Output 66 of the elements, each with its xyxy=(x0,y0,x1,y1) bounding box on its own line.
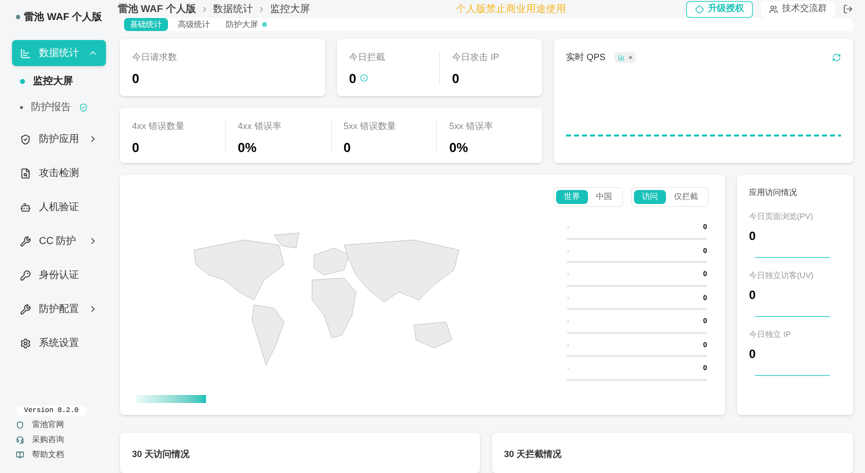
stat-label: 今日拦截 xyxy=(349,51,386,64)
breadcrumb-item[interactable]: 雷池 WAF 个人版 xyxy=(118,2,196,16)
menu-icon xyxy=(20,202,31,212)
stat-value: 0 xyxy=(749,287,757,304)
shield-icon xyxy=(16,421,24,429)
menu-icon xyxy=(20,48,31,58)
menu-icon xyxy=(20,270,31,280)
breadcrumb-item[interactable]: 数据统计 xyxy=(212,2,253,16)
headset-icon xyxy=(16,436,24,444)
stat-label: 今日请求数 xyxy=(132,51,178,64)
card-title: 30 天访问情况 xyxy=(132,449,190,459)
refresh-icon[interactable] xyxy=(832,53,841,62)
sidebar-item[interactable]: CC 防护 xyxy=(12,228,106,254)
stat-value: 0 xyxy=(132,70,140,88)
sidebar-subitem[interactable]: 防护报告 xyxy=(20,96,118,118)
toggle-option[interactable]: 中国 xyxy=(588,190,620,204)
logout-icon[interactable] xyxy=(843,4,853,14)
sidebar-item[interactable]: 系统设置 xyxy=(12,330,106,356)
card-title: 应用访问情况 xyxy=(749,187,798,199)
notice-text: 个人版禁止商业用途使用 xyxy=(456,2,567,16)
tab[interactable]: 防护大屏 xyxy=(220,18,273,31)
chart-type-switch[interactable] xyxy=(614,52,636,64)
sidebar-item[interactable]: 防护配置 xyxy=(12,296,106,322)
sidebar-item[interactable]: 防护应用 xyxy=(12,126,106,152)
card-title: 实时 QPS xyxy=(566,51,606,64)
stat-label: 今日攻击 IP xyxy=(452,51,500,64)
stat-value: 0% xyxy=(449,138,470,156)
sidebar-item[interactable]: 身份认证 xyxy=(12,262,106,288)
stat-label: 4xx 错误率 xyxy=(238,120,282,133)
stat-value: 0% xyxy=(238,138,258,156)
menu-icon xyxy=(20,134,31,144)
stat-value: 0 xyxy=(349,70,356,88)
bar-chart-icon xyxy=(618,54,625,62)
footer-link[interactable]: 帮助文档 xyxy=(16,449,118,461)
breadcrumb-item: 监控大屏 xyxy=(270,2,310,16)
menu-icon xyxy=(20,236,31,246)
footer-link[interactable]: 雷池官网 xyxy=(16,419,118,431)
stat-label: 5xx 错误数量 xyxy=(344,120,398,133)
users-icon xyxy=(769,4,778,14)
stat-label: 5xx 错误率 xyxy=(449,120,494,133)
community-button[interactable]: 技术交流群 xyxy=(761,0,835,18)
stat-value: 0 xyxy=(749,228,757,245)
toggle-option[interactable]: 仅拦截 xyxy=(666,190,706,204)
stat-label: 今日独立 IP xyxy=(749,329,792,341)
stat-value: 0 xyxy=(749,346,757,363)
tab[interactable]: 高级统计 xyxy=(172,18,216,31)
footer-link[interactable]: 采购咨询 xyxy=(16,434,118,446)
check-badge-icon xyxy=(79,102,88,112)
sidebar-subitem[interactable]: 监控大屏 xyxy=(20,70,118,92)
sidebar-item[interactable]: 人机验证 xyxy=(12,194,106,220)
stat-value: 0 xyxy=(132,138,140,156)
stat-value: 0 xyxy=(344,138,352,156)
card-title: 30 天拦截情况 xyxy=(504,449,562,459)
info-icon[interactable] xyxy=(360,74,368,82)
stat-value: 0 xyxy=(452,70,460,88)
map-legend-gradient xyxy=(136,395,206,403)
book-icon xyxy=(16,451,24,459)
brand-name: 雷池 WAF 个人版 xyxy=(24,10,102,24)
stat-label: 今日页面浏览(PV) xyxy=(749,211,814,223)
stat-label: 4xx 错误数量 xyxy=(132,120,186,133)
menu-icon xyxy=(20,338,31,348)
diamond-icon xyxy=(695,4,704,14)
sidebar-item[interactable]: 攻击检测 xyxy=(12,160,106,186)
stat-label: 今日独立访客(UV) xyxy=(749,270,814,282)
menu-icon xyxy=(20,168,31,178)
menu-icon xyxy=(20,304,31,314)
